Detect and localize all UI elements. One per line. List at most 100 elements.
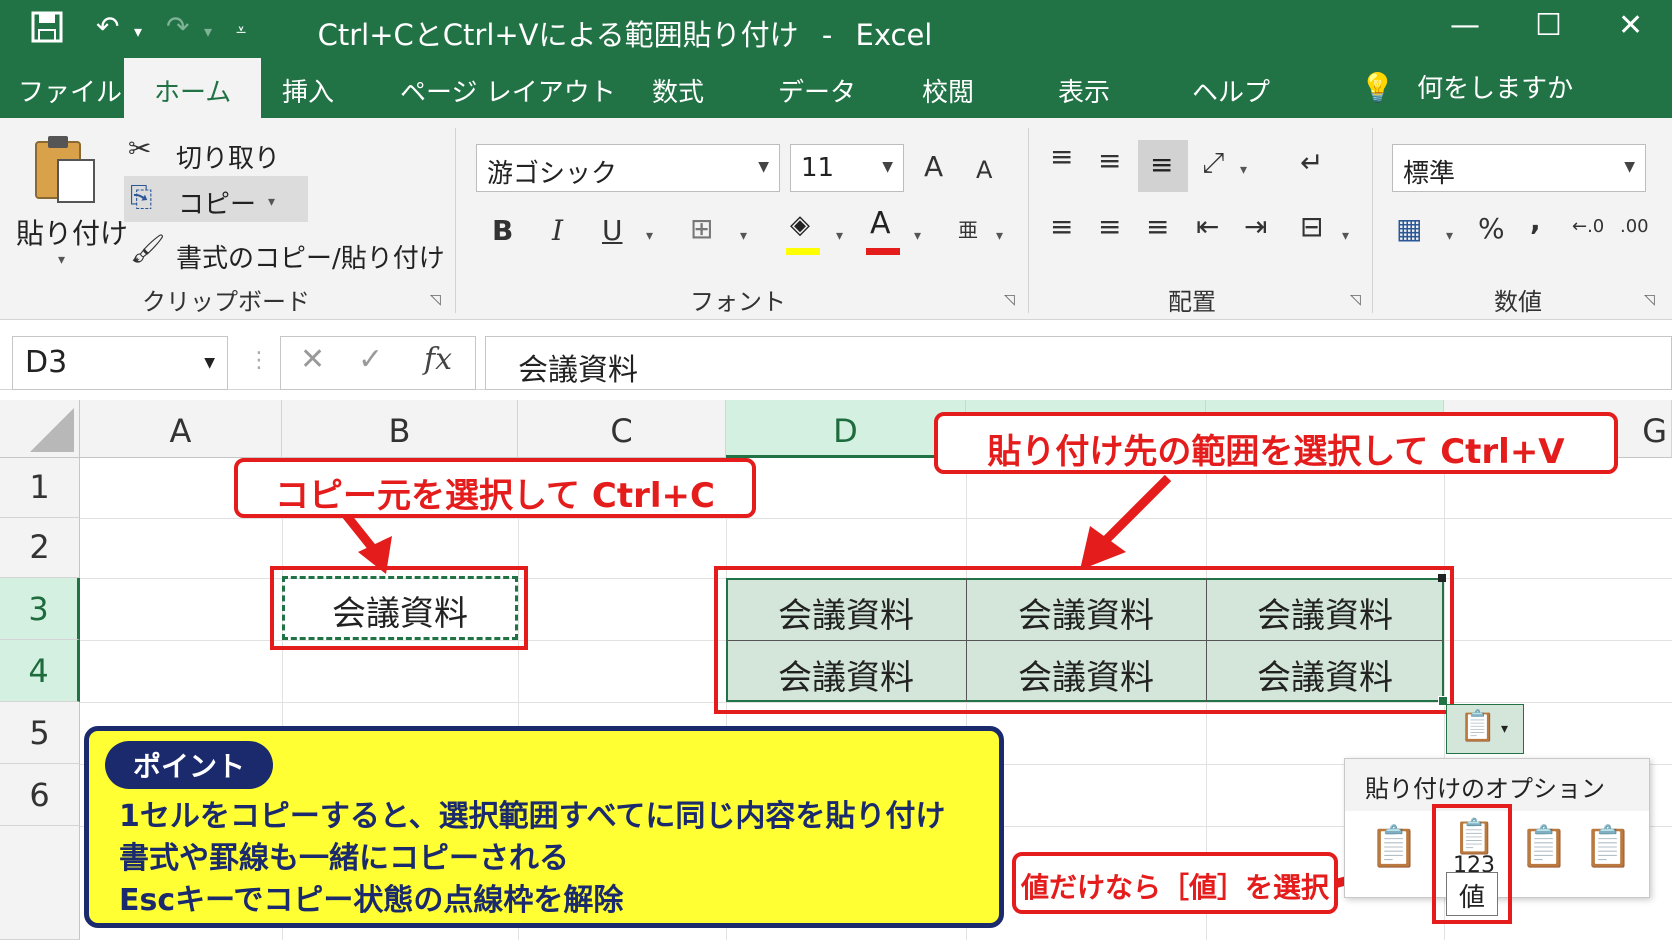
- copy-callout: コピー元を選択して Ctrl+C: [234, 458, 756, 518]
- number-launcher-icon[interactable]: ◹: [1644, 292, 1655, 308]
- close-icon[interactable]: ✕: [1618, 8, 1643, 43]
- shrink-font-icon[interactable]: A: [976, 156, 992, 184]
- font-size-combo[interactable]: 11 ▼: [790, 144, 904, 192]
- row-header-1[interactable]: 1: [0, 458, 80, 518]
- phonetic-dropdown-icon[interactable]: ▾: [996, 228, 1003, 244]
- format-painter-icon[interactable]: 🖌: [130, 232, 166, 265]
- decrease-indent-icon[interactable]: ⇤: [1196, 210, 1219, 243]
- number-format-combo[interactable]: 標準 ▼: [1392, 144, 1646, 192]
- row-header-4[interactable]: 4: [0, 640, 80, 702]
- italic-button[interactable]: I: [552, 214, 563, 247]
- merge-center-icon[interactable]: ⊟: [1300, 210, 1323, 243]
- tell-me-box[interactable]: 💡 何をしますか: [1360, 68, 1573, 105]
- wrap-text-icon[interactable]: ↵: [1300, 146, 1323, 179]
- font-size-dropdown-icon[interactable]: ▼: [882, 159, 893, 175]
- phonetic-icon[interactable]: 亜: [958, 214, 978, 243]
- align-bottom-button[interactable]: ≡: [1138, 140, 1188, 192]
- tab-help[interactable]: ヘルプ: [1192, 72, 1270, 109]
- align-center-icon[interactable]: ≡: [1098, 210, 1121, 243]
- borders-dropdown-icon[interactable]: ▾: [740, 228, 747, 244]
- align-right-icon[interactable]: ≡: [1146, 210, 1169, 243]
- tab-home[interactable]: ホーム: [124, 58, 262, 118]
- decrease-decimal-icon[interactable]: .00: [1620, 216, 1649, 237]
- font-launcher-icon[interactable]: ◹: [1004, 292, 1015, 308]
- increase-indent-icon[interactable]: ⇥: [1244, 210, 1267, 243]
- point-line-2: 書式や罫線も一緒にコピーされる: [119, 841, 569, 876]
- range-corner-marker: [1438, 574, 1446, 582]
- cut-button[interactable]: 切り取り: [176, 138, 280, 175]
- number-format-value: 標準: [1403, 159, 1456, 189]
- paste-dropdown-icon[interactable]: ▾: [58, 252, 65, 268]
- scissors-icon[interactable]: ✂: [128, 132, 151, 165]
- alignment-launcher-icon[interactable]: ◹: [1350, 292, 1361, 308]
- underline-dropdown-icon[interactable]: ▾: [646, 228, 653, 244]
- tab-page-layout[interactable]: ページ レイアウト: [400, 72, 616, 109]
- underline-button[interactable]: U: [602, 214, 623, 247]
- merge-dropdown-icon[interactable]: ▾: [1342, 228, 1349, 244]
- paste-options-button[interactable]: 📋 ▾: [1446, 704, 1524, 754]
- cell-d4[interactable]: 会議資料: [726, 650, 966, 699]
- paste-formatting-icon[interactable]: 📋: [1519, 823, 1569, 870]
- paste-label[interactable]: 貼り付け: [16, 212, 128, 252]
- cell-f3[interactable]: 会議資料: [1206, 588, 1444, 637]
- align-top-icon[interactable]: ≡: [1050, 140, 1073, 173]
- tab-insert[interactable]: 挿入: [282, 72, 334, 109]
- maximize-icon[interactable]: ☐: [1535, 8, 1562, 43]
- orientation-icon[interactable]: ⤢: [1202, 146, 1224, 180]
- insert-function-button[interactable]: fx: [424, 342, 452, 377]
- borders-icon[interactable]: ⊞: [690, 212, 713, 245]
- column-header-a[interactable]: A: [80, 400, 282, 458]
- column-header-b[interactable]: B: [282, 400, 518, 458]
- paste-button[interactable]: [30, 132, 98, 208]
- copy-dropdown-icon[interactable]: ▾: [268, 194, 275, 210]
- column-header-c[interactable]: C: [518, 400, 726, 458]
- row-header-6[interactable]: 6: [0, 764, 80, 826]
- accounting-dropdown-icon[interactable]: ▾: [1446, 228, 1453, 244]
- align-middle-icon[interactable]: ≡: [1098, 144, 1121, 177]
- cell-border: [726, 640, 1444, 641]
- increase-decimal-icon[interactable]: ←.0: [1572, 216, 1604, 237]
- cell-b3[interactable]: 会議資料: [282, 586, 518, 635]
- font-color-button[interactable]: A: [866, 206, 902, 255]
- percent-style-button[interactable]: %: [1478, 212, 1505, 245]
- tab-data[interactable]: データ: [778, 72, 856, 109]
- fill-color-dropdown-icon[interactable]: ▾: [836, 228, 843, 244]
- accounting-format-icon[interactable]: ▦: [1396, 212, 1422, 245]
- orientation-dropdown-icon[interactable]: ▾: [1240, 162, 1247, 178]
- formula-input[interactable]: 会議資料: [485, 336, 1672, 390]
- format-painter-button[interactable]: 書式のコピー/貼り付け: [176, 238, 445, 275]
- cell-d3[interactable]: 会議資料: [726, 588, 966, 637]
- cell-f4[interactable]: 会議資料: [1206, 650, 1444, 699]
- name-box-dropdown-icon[interactable]: ▼: [204, 355, 215, 371]
- tab-file[interactable]: ファイル: [18, 72, 122, 109]
- paste-all-icon[interactable]: 📋: [1369, 823, 1419, 870]
- font-color-dropdown-icon[interactable]: ▾: [914, 228, 921, 244]
- font-name-dropdown-icon[interactable]: ▼: [758, 159, 769, 175]
- align-left-icon[interactable]: ≡: [1050, 210, 1073, 243]
- grow-font-icon[interactable]: A: [924, 150, 943, 183]
- confirm-edit-icon[interactable]: ✓: [358, 342, 383, 377]
- row-header-2[interactable]: 2: [0, 518, 80, 578]
- bold-button[interactable]: B: [492, 214, 513, 247]
- fill-color-button[interactable]: ◈: [786, 210, 822, 255]
- tab-review[interactable]: 校閲: [922, 72, 974, 109]
- cancel-edit-icon[interactable]: ✕: [300, 342, 325, 377]
- cell-e3[interactable]: 会議資料: [966, 588, 1206, 637]
- name-box[interactable]: D3 ▼: [12, 336, 228, 390]
- row-header-5[interactable]: 5: [0, 702, 80, 764]
- comma-style-button[interactable]: ,: [1530, 204, 1541, 237]
- select-all-button[interactable]: [0, 400, 80, 458]
- tab-view[interactable]: 表示: [1058, 72, 1110, 109]
- paste-link-icon[interactable]: 📋: [1583, 823, 1633, 870]
- clipboard-launcher-icon[interactable]: ◹: [430, 292, 441, 308]
- font-name-combo[interactable]: 游ゴシック ▼: [476, 144, 780, 192]
- number-format-dropdown-icon[interactable]: ▼: [1624, 159, 1635, 175]
- tab-formulas[interactable]: 数式: [652, 72, 704, 109]
- minimize-icon[interactable]: —: [1450, 8, 1480, 43]
- row-header-3[interactable]: 3: [0, 578, 80, 640]
- font-group-label: フォント: [690, 288, 786, 316]
- group-separator: [455, 128, 456, 313]
- column-header-d[interactable]: D: [726, 400, 966, 458]
- row-header-7[interactable]: [0, 826, 80, 940]
- cell-e4[interactable]: 会議資料: [966, 650, 1206, 699]
